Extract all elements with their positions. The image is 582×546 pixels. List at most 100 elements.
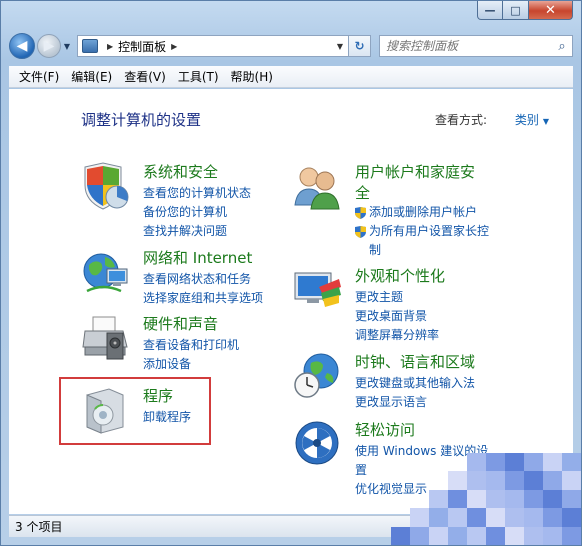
mosaic-tile: [524, 526, 543, 545]
address-dropdown-icon[interactable]: ▼: [332, 42, 348, 51]
mosaic-tile: [524, 489, 543, 509]
menu-bar: 文件(F) 编辑(E) 查看(V) 工具(T) 帮助(H): [9, 66, 573, 88]
link-parental-controls-wrap[interactable]: 制: [355, 241, 489, 260]
control-panel-icon: [82, 39, 98, 53]
ease-of-access-icon: [295, 421, 339, 465]
mosaic-tile: [524, 453, 543, 472]
page-title: 调整计算机的设置: [81, 111, 202, 129]
category-title-appearance[interactable]: 外观和个性化: [355, 265, 445, 286]
mosaic-tile: [543, 489, 562, 509]
menu-tools[interactable]: 工具(T): [172, 68, 225, 85]
mosaic-tile: [429, 453, 448, 471]
mosaic-tile: [467, 471, 486, 490]
link-parental-controls[interactable]: 为所有用户设置家长控: [355, 222, 489, 241]
link-change-keyboard-input[interactable]: 更改键盘或其他输入法: [355, 374, 475, 393]
mosaic-tile: [467, 489, 486, 509]
forward-button[interactable]: ▶: [37, 34, 61, 58]
recent-pages-dropdown[interactable]: ▼: [61, 42, 73, 51]
link-backup-computer[interactable]: 备份您的计算机: [143, 203, 251, 222]
mosaic-tile: [429, 508, 448, 527]
mosaic-tile: [391, 526, 410, 545]
mosaic-tile: [524, 471, 543, 490]
close-button[interactable]: ✕: [529, 1, 573, 20]
mosaic-tile: [543, 453, 562, 472]
view-by-dropdown[interactable]: 类别 ▼: [515, 111, 549, 128]
mosaic-tile: [486, 453, 505, 472]
breadcrumb-separator-icon[interactable]: ▶: [171, 42, 177, 51]
mosaic-tile: [429, 489, 448, 509]
search-icon[interactable]: ⌕: [552, 39, 572, 54]
globe-clock-icon: [294, 353, 339, 398]
caption-buttons: — □ ✕: [477, 1, 573, 20]
mosaic-tile: [486, 471, 505, 490]
category-title-hardware-sound[interactable]: 硬件和声音: [143, 313, 218, 334]
link-change-display-language[interactable]: 更改显示语言: [355, 393, 475, 412]
minimize-button[interactable]: —: [477, 1, 503, 20]
breadcrumb-separator-icon[interactable]: ▶: [107, 42, 113, 51]
maximize-icon: □: [510, 3, 521, 17]
content-pane: 调整计算机的设置 查看方式: 类别 ▼ 系统和安全 查看您的计算机状态 备份您的计…: [9, 89, 573, 514]
link-view-computer-status[interactable]: 查看您的计算机状态: [143, 184, 251, 203]
category-title-ease-of-access[interactable]: 轻松访问: [355, 419, 415, 440]
link-change-theme[interactable]: 更改主题: [355, 288, 439, 307]
category-title-system-security[interactable]: 系统和安全: [143, 161, 218, 182]
mosaic-tile: [467, 508, 486, 527]
mosaic-tile: [505, 471, 524, 490]
back-arrow-icon: ◀: [16, 38, 28, 54]
mosaic-tile: [410, 490, 429, 508]
view-by-label: 查看方式:: [434, 113, 487, 127]
pixelated-corner-decoration: [391, 453, 581, 545]
link-adjust-resolution[interactable]: 调整屏幕分辨率: [355, 326, 439, 345]
category-title-network-internet[interactable]: 网络和 Internet: [143, 247, 252, 268]
mosaic-tile: [505, 508, 524, 527]
title-line1: 用户帐户和家庭安: [355, 163, 476, 181]
mosaic-tile: [562, 489, 581, 509]
link-devices-printers[interactable]: 查看设备和打印机: [143, 336, 239, 355]
category-title-clock-language-region[interactable]: 时钟、语言和区域: [355, 351, 475, 372]
link-change-desktop-background[interactable]: 更改桌面背景: [355, 307, 439, 326]
mosaic-tile: [543, 526, 562, 545]
link-homegroup-sharing[interactable]: 选择家庭组和共享选项: [143, 289, 263, 308]
menu-edit[interactable]: 编辑(E): [65, 68, 118, 85]
dropdown-arrow-icon: ▼: [542, 117, 549, 126]
menu-file[interactable]: 文件(F): [13, 68, 65, 85]
refresh-button[interactable]: ↻: [349, 35, 371, 57]
link-find-fix-problems[interactable]: 查找并解决问题: [143, 222, 251, 241]
menu-help[interactable]: 帮助(H): [225, 68, 279, 85]
mosaic-tile: [486, 508, 505, 527]
link-text: 添加或删除用户帐户: [369, 205, 478, 219]
search-input[interactable]: [386, 39, 552, 53]
breadcrumb-control-panel[interactable]: 控制面板: [118, 38, 166, 55]
mosaic-tile: [562, 453, 581, 472]
globe-network-icon: [83, 253, 128, 293]
menu-view[interactable]: 查看(V): [118, 68, 172, 85]
uac-shield-icon: [355, 207, 366, 219]
mosaic-tile: [562, 508, 581, 527]
printer-icon: [82, 316, 128, 360]
link-network-status-tasks[interactable]: 查看网络状态和任务: [143, 270, 263, 289]
mosaic-tile: [467, 453, 486, 472]
forward-arrow-icon: ▶: [43, 38, 55, 54]
mosaic-tile: [448, 489, 467, 509]
mosaic-tile: [486, 526, 505, 545]
mosaic-tile: [391, 471, 410, 489]
mosaic-tile: [486, 489, 505, 509]
mosaic-tile: [391, 453, 410, 471]
refresh-icon: ↻: [354, 39, 365, 53]
view-by-value: 类别: [514, 113, 539, 127]
mosaic-tile: [391, 490, 410, 508]
search-box[interactable]: ⌕: [379, 35, 573, 57]
address-bar[interactable]: ▶ 控制面板 ▶ ▼: [77, 35, 349, 57]
back-button[interactable]: ◀: [9, 33, 35, 59]
category-title-user-accounts[interactable]: 用户帐户和家庭安全: [355, 161, 475, 203]
mosaic-tile: [524, 508, 543, 527]
mosaic-tile: [410, 526, 429, 545]
link-text: 为所有用户设置家长控: [369, 224, 490, 238]
mosaic-tile: [543, 508, 562, 527]
monitor-palette-icon: [294, 272, 341, 307]
uac-shield-icon: [355, 226, 366, 238]
link-add-remove-users[interactable]: 添加或删除用户帐户: [355, 203, 489, 222]
maximize-button[interactable]: □: [503, 1, 529, 20]
title-line2: 全: [355, 184, 371, 202]
link-add-device[interactable]: 添加设备: [143, 355, 239, 374]
